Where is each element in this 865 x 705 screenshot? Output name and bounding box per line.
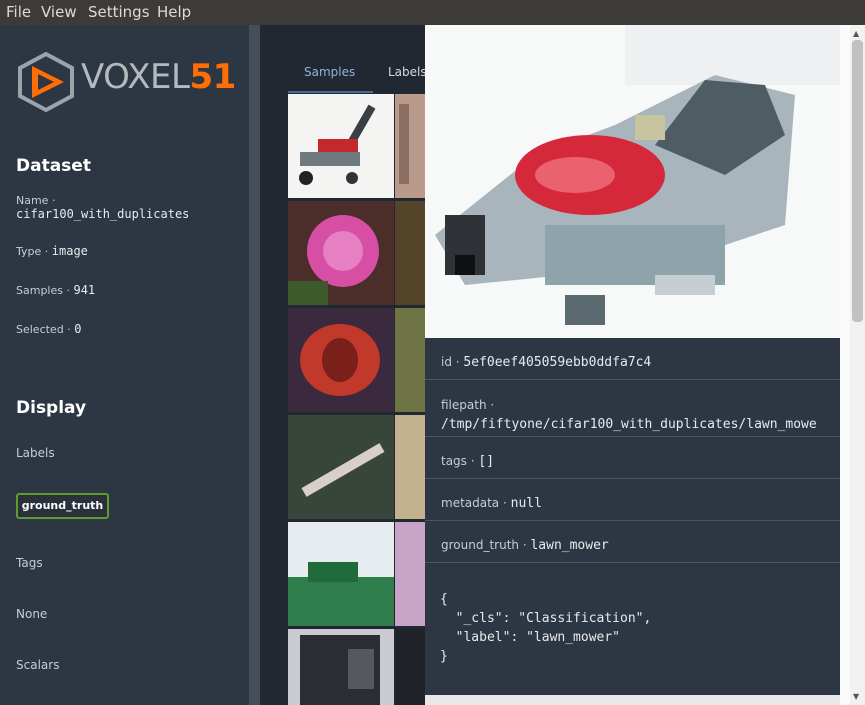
sample-thumbnail[interactable] <box>288 308 394 412</box>
scrollbar-thumb[interactable] <box>852 40 863 322</box>
dataset-type-value: image <box>51 244 88 258</box>
ground-truth-json: { "_cls": "Classification", "label": "la… <box>440 590 651 666</box>
menu-settings[interactable]: Settings <box>88 3 150 21</box>
field-ground-truth-value: lawn_mower <box>530 538 609 553</box>
field-metadata-value: null <box>510 496 542 511</box>
sample-thumbnail[interactable] <box>288 201 394 305</box>
display-heading: Display <box>16 398 87 418</box>
labels-heading: Labels <box>16 446 55 460</box>
field-id-label: id <box>441 355 452 369</box>
sample-thumbnail[interactable] <box>395 308 425 412</box>
sample-thumbnail[interactable] <box>288 629 394 705</box>
brand-number: 51 <box>189 57 236 97</box>
sample-thumbnail[interactable] <box>395 201 425 305</box>
sidebar <box>0 25 249 705</box>
json-line: "_cls": "Classification", <box>440 611 652 626</box>
json-line: } <box>440 649 448 664</box>
field-metadata-row: metadata · null <box>425 479 840 521</box>
tab-labels[interactable]: Labels <box>388 65 427 79</box>
dataset-name-label: Name <box>16 194 49 207</box>
field-tags-row: tags · [] <box>425 437 840 479</box>
modal-bottom-edge <box>425 695 840 705</box>
menu-help[interactable]: Help <box>157 3 191 21</box>
panel-divider[interactable] <box>249 25 260 705</box>
voxel51-logo-icon <box>18 52 74 112</box>
sample-thumbnail[interactable] <box>288 94 394 198</box>
dataset-type-label: Type <box>16 245 42 258</box>
tags-none-text: None <box>16 607 48 621</box>
brand-word: VOXEL <box>81 57 190 97</box>
dataset-samples-field: Samples · 941 <box>16 283 96 297</box>
sample-thumbnail[interactable] <box>288 415 394 519</box>
sample-thumbnail[interactable] <box>395 629 425 705</box>
dataset-name-field: Name · cifar100_with_duplicates <box>16 194 190 221</box>
sample-image-preview <box>425 25 840 338</box>
brand-wordmark: VOXEL51 <box>81 57 236 97</box>
field-filepath-label: filepath <box>441 398 487 412</box>
menu-bar: File View Settings Help <box>0 0 865 25</box>
scroll-down-arrow-icon[interactable]: ▼ <box>853 692 859 701</box>
menu-view[interactable]: View <box>41 3 77 21</box>
json-line: { <box>440 592 448 607</box>
field-ground-truth-row: ground_truth · lawn_mower <box>425 521 840 563</box>
sample-thumbnail[interactable] <box>288 522 394 626</box>
active-tab-indicator <box>288 91 373 93</box>
ground-truth-label-chip[interactable]: ground_truth <box>16 493 109 519</box>
dataset-heading: Dataset <box>16 156 91 176</box>
field-filepath-row: filepath · /tmp/fiftyone/cifar100_with_d… <box>425 380 840 437</box>
dataset-selected-field: Selected · 0 <box>16 322 82 336</box>
dataset-samples-value: 941 <box>73 283 96 297</box>
menu-file[interactable]: File <box>6 3 31 21</box>
sample-grid <box>288 94 425 705</box>
sample-thumbnail[interactable] <box>395 94 425 198</box>
dataset-samples-label: Samples <box>16 284 63 297</box>
dataset-name-value: cifar100_with_duplicates <box>16 207 190 221</box>
modal-edge <box>840 25 850 705</box>
json-line: "label": "lawn_mower" <box>440 630 621 645</box>
dataset-type-field: Type · image <box>16 244 88 258</box>
field-filepath-value: /tmp/fiftyone/cifar100_with_duplicates/l… <box>441 417 817 432</box>
tags-heading: Tags <box>16 556 43 570</box>
field-tags-label: tags <box>441 454 467 468</box>
scalars-heading: Scalars <box>16 658 60 672</box>
sample-thumbnail[interactable] <box>395 522 425 626</box>
view-tabs: Samples Labels <box>288 58 427 94</box>
field-id-value: 5ef0eef405059ebb0ddfa7c4 <box>463 355 652 370</box>
field-ground-truth-label: ground_truth <box>441 538 520 552</box>
field-id-row: id · 5ef0eef405059ebb0ddfa7c4 <box>425 339 840 380</box>
tab-samples[interactable]: Samples <box>304 65 355 79</box>
dataset-selected-value: 0 <box>74 322 82 336</box>
field-tags-value: [] <box>478 454 495 469</box>
sample-thumbnail[interactable] <box>395 415 425 519</box>
scroll-up-arrow-icon[interactable]: ▲ <box>853 29 859 38</box>
dataset-selected-label: Selected <box>16 323 64 336</box>
field-metadata-label: metadata <box>441 496 500 510</box>
